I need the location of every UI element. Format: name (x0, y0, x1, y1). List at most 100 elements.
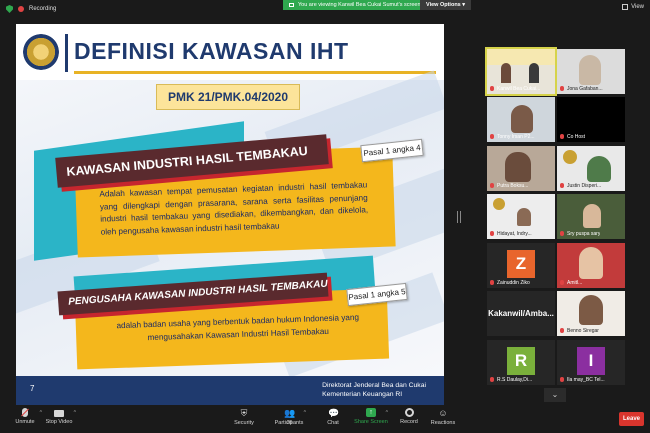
chat-label: Chat (327, 420, 339, 426)
avatar-tile[interactable]: Z Zainuddin Ziko (487, 243, 555, 288)
recording-indicator: Recording (6, 5, 56, 13)
muted-mic-icon (490, 231, 494, 236)
participant-name: Amitl... (567, 280, 583, 286)
grid-icon (622, 4, 629, 10)
person-silhouette (511, 105, 533, 133)
record-icon (404, 408, 414, 417)
reactions-button[interactable]: ☺ Reactions (420, 408, 466, 426)
video-camera-icon (54, 410, 64, 417)
participant-name: Kanwil Bea Cukai... (497, 86, 541, 92)
name-tile[interactable]: Kakanwil/Amba... (487, 291, 555, 336)
slide-footer: 7 Direktorat Jenderal Bea dan Cukai Keme… (16, 376, 444, 405)
participant-name: Ila may_BC Tel... (567, 377, 605, 383)
participant-name: Tonny Irsan P2... (497, 134, 535, 140)
video-tile[interactable]: Co Host (557, 97, 625, 142)
meeting-toolbar: ^ Unmute ^ Stop Video ⛨ Security 👥26 ^ P… (0, 406, 650, 433)
zoom-meeting-window: Recording You are viewing Kanwil Bea Cuk… (0, 0, 650, 433)
participant-name: R.S Daulay,Di... (497, 377, 533, 383)
muted-mic-icon (490, 280, 494, 285)
participant-name: Hidayat, Indry... (497, 231, 532, 237)
participant-name: Co Host (567, 134, 586, 140)
stop-video-label: Stop Video (45, 419, 73, 425)
view-button[interactable]: View (622, 4, 644, 10)
split-drag-handle[interactable] (457, 211, 461, 223)
muted-mic-icon (560, 183, 564, 188)
stop-video-button[interactable]: ^ Stop Video (36, 408, 82, 425)
person-silhouette (579, 247, 603, 279)
muted-mic-icon (560, 134, 564, 139)
video-tile[interactable]: Jona Gafaban... (557, 49, 625, 94)
video-tile[interactable]: Justin Disperi... (557, 146, 625, 191)
footer-text: Direktorat Jenderal Bea dan Cukai Kement… (322, 381, 426, 399)
security-button[interactable]: ⛨ Security (221, 408, 267, 426)
participant-avatar: R (507, 347, 535, 375)
slide-title: DEFINISI KAWASAN IHT (74, 38, 349, 64)
chat-icon: 💬 (328, 408, 340, 418)
top-bar: Recording You are viewing Kanwil Bea Cuk… (0, 0, 650, 20)
person-silhouette (501, 63, 511, 83)
avatar-tile[interactable]: R R.S Daulay,Di... (487, 340, 555, 385)
share-screen-label: Share Screen (354, 419, 388, 425)
customs-logo-icon (23, 34, 59, 70)
participant-avatar: Z (507, 250, 535, 278)
video-tile[interactable]: Hidayat, Indry... (487, 194, 555, 239)
smiley-icon: ☺ (438, 408, 448, 418)
caret-up-icon[interactable]: ^ (304, 410, 306, 416)
muted-mic-icon (490, 134, 494, 139)
chevron-down-icon: ⌄ (551, 390, 559, 399)
share-screen-icon: ↑ (366, 408, 376, 417)
video-tile[interactable]: Kanwil Bea Cukai... (485, 47, 557, 96)
muted-mic-icon (22, 408, 28, 417)
header-divider (65, 34, 68, 72)
muted-mic-icon (490, 183, 494, 188)
record-label: Record (400, 419, 418, 425)
person-silhouette (583, 204, 601, 228)
shield-icon[interactable] (6, 5, 13, 13)
recording-label: Recording (29, 6, 57, 12)
muted-mic-icon (490, 86, 494, 91)
slide-number: 7 (30, 384, 35, 393)
video-tile[interactable]: Tonny Irsan P2... (487, 97, 555, 142)
person-silhouette (505, 152, 531, 182)
record-dot-icon (18, 6, 24, 12)
section1-text: Adalah kawasan tempat pemusatan kegiatan… (99, 180, 369, 237)
participants-button[interactable]: 👥26 ^ Participants (266, 408, 312, 426)
screen-icon (289, 3, 294, 7)
muted-mic-icon (560, 86, 564, 91)
customs-logo-icon (493, 198, 505, 210)
participants-icon: 👥26 (284, 408, 296, 426)
muted-mic-icon (560, 280, 564, 285)
view-options-label: View Options (426, 2, 461, 8)
video-tile[interactable]: Putra Boksu... (487, 146, 555, 191)
security-label: Security (234, 420, 254, 426)
slide-header: DEFINISI KAWASAN IHT (16, 24, 444, 80)
gallery-next-page-button[interactable]: ⌄ (544, 388, 566, 402)
leave-button[interactable]: Leave (619, 412, 644, 426)
caret-up-icon[interactable]: ^ (74, 410, 76, 416)
participant-name: Benno Siregar (567, 328, 599, 334)
video-tile[interactable]: Sry puspa sary (557, 194, 625, 239)
participant-name: Sry puspa sary (567, 231, 601, 237)
video-tile[interactable]: Amitl... (557, 243, 625, 288)
view-options-button[interactable]: View Options ▾ (420, 0, 472, 10)
participant-name: Jona Gafaban... (567, 86, 603, 92)
participant-name: Justin Disperi... (567, 183, 602, 189)
title-rule (74, 71, 436, 74)
video-background (487, 49, 555, 65)
unmute-label: Unmute (15, 419, 35, 425)
person-silhouette (587, 156, 611, 182)
viewing-label: You are viewing Kanwil Bea Cukai Sumut's… (298, 2, 421, 8)
muted-mic-icon (560, 377, 564, 382)
avatar-tile[interactable]: I Ila may_BC Tel... (557, 340, 625, 385)
shield-icon: ⛨ (240, 408, 248, 418)
participant-avatar: I (577, 347, 605, 375)
video-tile[interactable]: Benno Siregar (557, 291, 625, 336)
muted-mic-icon (560, 231, 564, 236)
participant-name: Kakanwil/Amba... (488, 309, 554, 318)
customs-logo-icon (563, 150, 577, 164)
person-silhouette (579, 295, 603, 325)
person-silhouette (517, 208, 531, 226)
footer-line-2: Kementerian Keuangan RI (322, 391, 403, 398)
muted-mic-icon (490, 377, 494, 382)
participant-name: Zainuddin Ziko (497, 280, 530, 286)
